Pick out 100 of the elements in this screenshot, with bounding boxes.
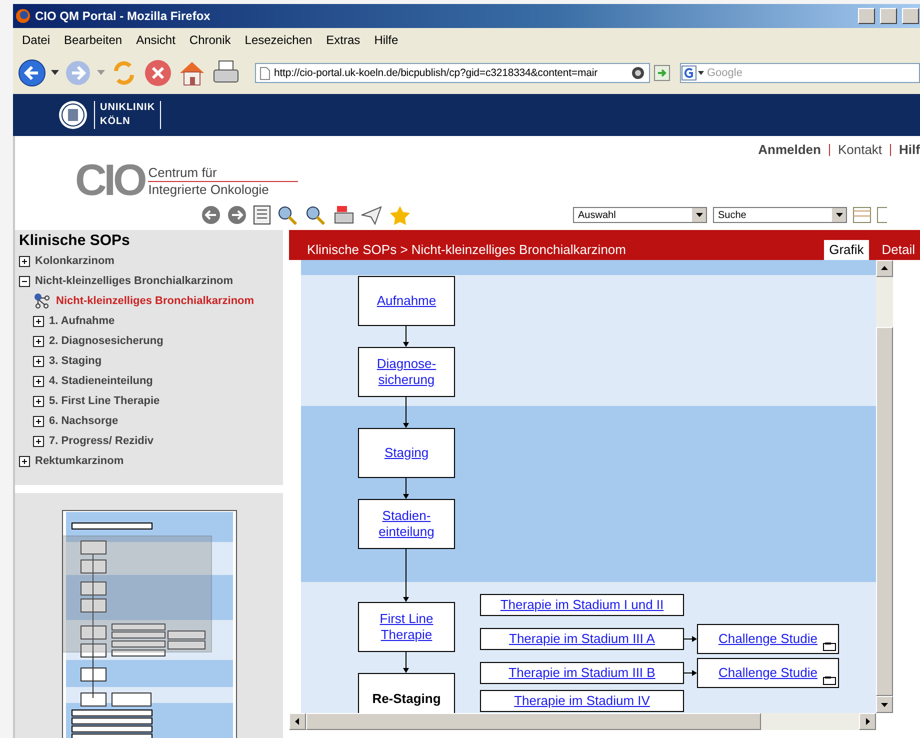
scroll-right-icon[interactable] — [859, 713, 876, 730]
tree-item[interactable]: 6. Nachsorge — [49, 415, 118, 427]
study-node[interactable]: Challenge Studie — [697, 624, 839, 654]
stop-icon[interactable] — [143, 58, 173, 88]
layout-icon[interactable] — [853, 207, 871, 223]
node-link[interactable]: Challenge Studie — [718, 665, 818, 681]
node-link[interactable]: Staging — [384, 445, 429, 461]
connector-arrow — [403, 396, 409, 428]
therapy-node[interactable]: Therapie im Stadium III A — [480, 628, 684, 650]
menu-item[interactable]: Bearbeiten — [64, 33, 122, 47]
close-button[interactable] — [902, 8, 919, 24]
expand-icon[interactable] — [33, 416, 44, 426]
horizontal-scrollbar[interactable] — [289, 713, 876, 730]
node-link[interactable]: Therapie im Stadium III A — [509, 631, 655, 647]
back-icon[interactable] — [201, 205, 221, 225]
connector-arrow — [403, 548, 409, 602]
menu-item[interactable]: Datei — [22, 33, 50, 47]
flowchart-thumbnail-drawing[interactable] — [62, 510, 238, 738]
tree-item[interactable]: Kolonkarzinom — [35, 255, 114, 267]
flowchart-node: Re-Staging — [358, 673, 455, 713]
go-icon[interactable] — [631, 66, 645, 80]
expand-icon[interactable] — [33, 336, 44, 346]
collapse-icon[interactable] — [19, 276, 30, 286]
expand-icon[interactable] — [33, 376, 44, 386]
zoom-in-icon[interactable] — [277, 205, 299, 225]
header-link[interactable]: Hilf — [899, 142, 920, 157]
flowchart-node[interactable]: Diagnose- sicherung — [358, 347, 455, 397]
tree-item[interactable]: 3. Staging — [49, 355, 102, 367]
tree-item[interactable]: 2. Diagnosesicherung — [49, 335, 164, 347]
header-link[interactable]: Anmelden — [758, 142, 821, 157]
tree-item[interactable]: 4. Stadieneinteilung — [49, 375, 153, 387]
logo-mark: CIO — [75, 159, 144, 203]
scroll-thumb[interactable] — [876, 327, 893, 696]
scroll-left-icon[interactable] — [289, 713, 306, 730]
zoom-out-icon[interactable] — [305, 205, 327, 225]
menu-item[interactable]: Extras — [326, 33, 360, 47]
back-icon[interactable] — [17, 58, 47, 88]
connector-arrow — [403, 478, 409, 499]
address-bar[interactable]: http://cio-portal.uk-koeln.de/bicpublish/cp?gid=c3218334&content=mair — [255, 63, 650, 83]
node-link[interactable]: Aufnahme — [376, 293, 436, 309]
view-tab[interactable]: Grafik — [824, 240, 869, 260]
expand-icon[interactable] — [33, 396, 44, 406]
scroll-thumb[interactable] — [306, 713, 761, 730]
vertical-scrollbar[interactable] — [876, 260, 893, 713]
browser-icon — [15, 8, 31, 24]
tree-item[interactable]: Nicht-kleinzelliges Bronchialkarzinom — [56, 295, 254, 307]
menu-item[interactable]: Hilfe — [374, 33, 398, 47]
node-link[interactable]: Challenge Studie — [718, 631, 818, 647]
pdf-print-icon[interactable] — [333, 205, 355, 225]
search-field[interactable]: Google — [680, 63, 920, 83]
expand-icon[interactable] — [33, 356, 44, 366]
go-button-icon[interactable] — [654, 65, 670, 81]
node-link[interactable]: Stadien- einteilung — [378, 508, 434, 540]
expand-icon[interactable] — [19, 256, 30, 266]
logo-text: Integrierte Onkologie — [148, 182, 270, 198]
therapy-node[interactable]: Therapie im Stadium I und II — [480, 594, 684, 616]
send-icon[interactable] — [361, 205, 383, 225]
dropdown[interactable]: Suche — [713, 207, 847, 223]
node-link[interactable]: Therapie im Stadium IV — [514, 693, 650, 709]
connector-arrow — [684, 670, 697, 676]
tree-item[interactable]: Rektumkarzinom — [35, 455, 124, 467]
search-engine-icon[interactable] — [681, 65, 705, 81]
minimize-button[interactable] — [858, 8, 875, 24]
dropdown[interactable]: Auswahl — [573, 207, 707, 223]
expand-icon[interactable] — [19, 456, 30, 466]
network-icon — [33, 293, 51, 309]
expand-icon[interactable] — [33, 316, 44, 326]
maximize-button[interactable] — [880, 8, 897, 24]
expand-icon[interactable] — [33, 436, 44, 446]
star-icon[interactable] — [389, 205, 411, 225]
layout-icon[interactable] — [877, 207, 887, 223]
flowchart-node[interactable]: Aufnahme — [358, 276, 455, 326]
caret-icon[interactable] — [692, 208, 706, 222]
caret-icon[interactable] — [832, 208, 846, 222]
node-link[interactable]: Therapie im Stadium I und II — [500, 597, 664, 613]
flowchart-node[interactable]: Stadien- einteilung — [358, 499, 455, 549]
menu-item[interactable]: Chronik — [189, 33, 231, 47]
tree-item[interactable]: 5. First Line Therapie — [49, 395, 160, 407]
window-title: CIO QM Portal - Mozilla Firefox — [35, 9, 212, 23]
menu-item[interactable]: Lesezeichen — [244, 33, 312, 47]
node-link[interactable]: Diagnose- sicherung — [376, 356, 436, 388]
forward-icon[interactable] — [227, 205, 247, 225]
header-link[interactable]: Kontakt — [838, 142, 882, 157]
caret-icon[interactable] — [51, 70, 59, 76]
tree-item[interactable]: 7. Progress/ Rezidiv — [49, 435, 154, 447]
document-icon[interactable] — [253, 205, 271, 225]
study-node[interactable]: Challenge Studie — [697, 658, 839, 688]
flowchart-node[interactable]: First Line Therapie — [358, 602, 455, 652]
scroll-down-icon[interactable] — [876, 696, 893, 713]
tree-item[interactable]: 1. Aufnahme — [49, 315, 115, 327]
flowchart-node[interactable]: Staging — [358, 428, 455, 478]
tree-item[interactable]: Nicht-kleinzelliges Bronchialkarzinom — [35, 275, 234, 287]
view-tab[interactable]: Detail — [876, 240, 920, 260]
node-link[interactable]: Therapie im Stadium III B — [508, 665, 656, 681]
seal-icon — [58, 100, 88, 130]
scroll-up-icon[interactable] — [876, 260, 893, 277]
therapy-node[interactable]: Therapie im Stadium IV — [480, 690, 684, 712]
therapy-node[interactable]: Therapie im Stadium III B — [480, 662, 684, 684]
node-link[interactable]: First Line Therapie — [380, 611, 434, 643]
menu-item[interactable]: Ansicht — [136, 33, 176, 47]
